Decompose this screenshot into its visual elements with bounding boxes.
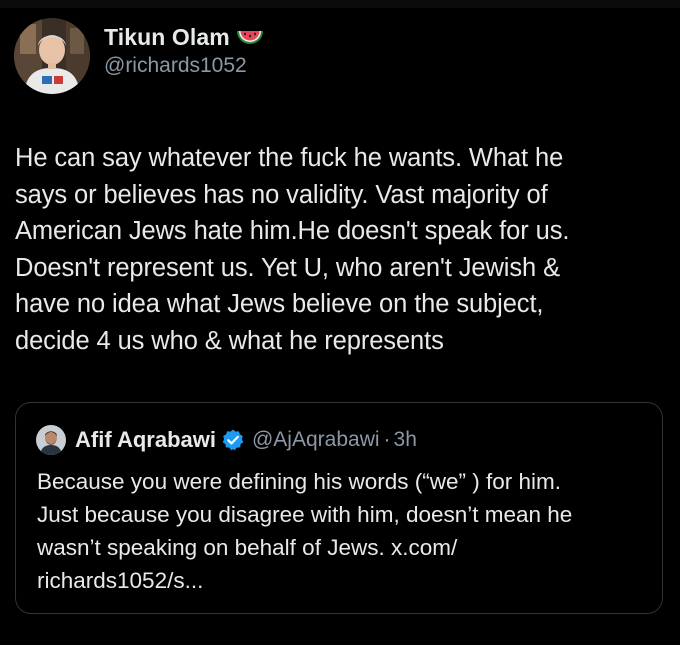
quoted-tweet-body: Because you were defining his words (“we… — [37, 465, 647, 597]
quoted-author-handle[interactable]: @AjAqrabawi — [252, 428, 380, 452]
tweet-line: He can say whatever the fuck he wants. W… — [15, 144, 564, 172]
tweet-line: decide 4 us who & what he represents — [15, 326, 444, 355]
avatar-photo — [14, 18, 90, 94]
quoted-tweet-line[interactable]: wasn’t speaking on behalf of Jews. x.com… — [37, 535, 457, 560]
quoted-tweet-time[interactable]: 3h — [394, 428, 417, 452]
author-display-name[interactable]: Tikun Olam — [104, 24, 230, 51]
tweet-line: have no idea what Jews believe on the su… — [15, 290, 544, 319]
quoted-tweet-card[interactable]: Afif Aqrabawi @AjAqrabawi · 3h Because y… — [15, 402, 663, 614]
quoted-tweet-header: Afif Aqrabawi @AjAqrabawi · 3h — [36, 425, 417, 455]
tweet-line: Doesn't represent us. Yet U, who aren't … — [15, 253, 560, 282]
verified-badge-icon — [221, 428, 245, 452]
author-info: Tikun Olam @richards1052 — [104, 24, 265, 78]
top-bar — [0, 0, 680, 8]
tweet-header: Tikun Olam @richards1052 — [14, 18, 265, 94]
quoted-tweet-line: Just because you disagree with him, does… — [37, 502, 573, 527]
quoted-avatar-photo — [36, 425, 66, 455]
tweet-line: says or believes has no validity. Vast m… — [15, 180, 548, 209]
quoted-tweet-line[interactable]: richards1052/s... — [37, 568, 203, 593]
quoted-tweet-line: Because you were defining his words (“we… — [37, 469, 561, 494]
quoted-author-display-name[interactable]: Afif Aqrabawi — [75, 427, 216, 453]
watermelon-emoji-icon — [235, 27, 265, 49]
separator-dot: · — [383, 428, 391, 451]
author-handle[interactable]: @richards1052 — [104, 54, 265, 78]
author-avatar[interactable] — [14, 18, 90, 94]
tweet-body: He can say whatever the fuck he wants. W… — [15, 140, 670, 360]
quoted-author-avatar[interactable] — [36, 425, 66, 455]
tweet-line: American Jews hate him.He doesn't speak … — [15, 217, 570, 246]
author-name-row: Tikun Olam — [104, 24, 265, 51]
